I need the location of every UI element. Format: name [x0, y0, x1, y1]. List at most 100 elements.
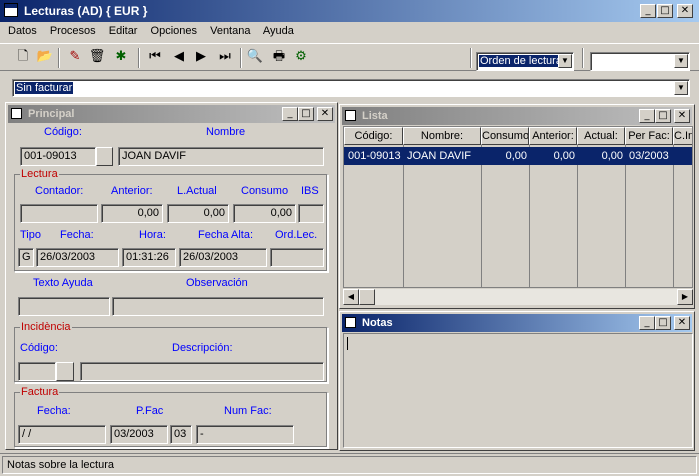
chevron-down-icon[interactable]: ▼: [558, 54, 572, 68]
pfac-field[interactable]: 03/2003: [110, 425, 168, 444]
notas-panel: Notas _ □ ✕: [339, 311, 695, 451]
toolbar: 🗋 📂 ✎ 🗑 ✱ ⏮ ◀ ▶ ⏭ 🔍 🖶 ⚙ Orden de lectura…: [0, 43, 699, 71]
minimize-icon[interactable]: _: [639, 316, 655, 330]
new-icon[interactable]: 🗋: [14, 48, 32, 66]
incidencia-lookup-button[interactable]: [56, 362, 74, 381]
close-icon[interactable]: ✕: [677, 4, 693, 18]
scroll-right-icon[interactable]: ▶: [677, 289, 693, 305]
close-icon[interactable]: ✕: [674, 316, 690, 330]
hora-field[interactable]: 01:31:26: [122, 248, 176, 267]
window-icon: [345, 317, 356, 328]
column-header[interactable]: Anterior:: [529, 127, 577, 145]
scroll-thumb[interactable]: [359, 289, 375, 305]
codigo-field[interactable]: 001-09013: [20, 147, 96, 166]
observacion-label: Observación: [186, 277, 248, 289]
edit-record-icon[interactable]: ✎: [66, 48, 84, 66]
fecha-field[interactable]: 26/03/2003: [36, 248, 119, 267]
incidencia-codigo-label: Código:: [20, 342, 58, 354]
ordlec-field[interactable]: [270, 248, 324, 267]
menu-bar: Datos Procesos Editar Opciones Ventana A…: [8, 25, 304, 41]
contador-label: Contador:: [35, 185, 84, 197]
close-icon[interactable]: ✕: [674, 109, 690, 123]
tipo-label: Tipo: [20, 229, 41, 241]
maximize-icon[interactable]: □: [298, 107, 314, 121]
tipo-field[interactable]: G: [18, 248, 34, 267]
column-header[interactable]: Actual:: [577, 127, 625, 145]
column-header[interactable]: Consumo: [481, 127, 529, 145]
menu-ventana[interactable]: Ventana: [210, 25, 250, 37]
anterior-field[interactable]: 0,00: [101, 204, 163, 223]
filter-value: Sin facturar: [15, 82, 74, 94]
chevron-down-icon[interactable]: ▼: [674, 81, 688, 95]
grid-header: Código: Nombre: Consumo Anterior: Actual…: [344, 127, 692, 145]
filter-select[interactable]: Sin facturar ▼: [12, 79, 690, 97]
column-header[interactable]: Código:: [344, 127, 403, 145]
close-icon[interactable]: ✕: [317, 107, 333, 121]
order-select-value: Orden de lectura: [479, 55, 563, 67]
first-record-icon[interactable]: ⏮: [146, 48, 164, 66]
pfac2-field[interactable]: 03: [170, 425, 192, 444]
chevron-down-icon[interactable]: ▼: [674, 54, 688, 68]
codigo-lookup-button[interactable]: [96, 147, 113, 166]
maximize-icon[interactable]: □: [655, 316, 671, 330]
validate-icon[interactable]: ✱: [112, 48, 130, 66]
incidencia-codigo-field[interactable]: [18, 362, 56, 381]
notas-textarea[interactable]: [343, 333, 693, 448]
open-icon[interactable]: 📂: [36, 48, 54, 66]
scroll-left-icon[interactable]: ◀: [343, 289, 359, 305]
principal-titlebar: Principal _ □ ✕: [8, 105, 335, 123]
app-icon: [4, 3, 18, 17]
menu-editar[interactable]: Editar: [109, 25, 138, 37]
ibs-field[interactable]: [298, 204, 324, 223]
fecha-label: Fecha:: [60, 229, 94, 241]
fecha-alta-field[interactable]: 26/03/2003: [179, 248, 267, 267]
status-text: Notas sobre la lectura: [7, 459, 114, 471]
lista-grid: Código: Nombre: Consumo Anterior: Actual…: [343, 126, 693, 288]
maximize-icon[interactable]: □: [657, 4, 673, 18]
last-record-icon[interactable]: ⏭: [216, 48, 234, 66]
menu-datos[interactable]: Datos: [8, 25, 37, 37]
column-header[interactable]: C.Inc: [673, 127, 692, 145]
title-bar: Lecturas (AD) { EUR } _ □ ✕: [0, 0, 699, 22]
print-icon[interactable]: 🖶: [270, 48, 288, 66]
consumo-field[interactable]: 0,00: [233, 204, 296, 223]
previous-record-icon[interactable]: ◀: [170, 48, 188, 66]
search-icon[interactable]: 🔍: [246, 48, 264, 66]
table-row[interactable]: 001-09013 JOAN DAVIF 0,00 0,00 0,00 03/2…: [344, 147, 692, 165]
descripcion-label: Descripción:: [172, 342, 233, 354]
principal-panel: Principal _ □ ✕ Código: Nombre 001-09013…: [5, 102, 338, 450]
minimize-icon[interactable]: _: [282, 107, 298, 121]
delete-icon[interactable]: 🗑: [88, 48, 106, 66]
nombre-field[interactable]: JOAN DAVIF: [118, 147, 324, 166]
next-record-icon[interactable]: ▶: [192, 48, 210, 66]
contador-field[interactable]: [20, 204, 98, 223]
observacion-field[interactable]: [112, 297, 324, 316]
notas-titlebar: Notas _ □ ✕: [342, 314, 692, 332]
numfac-field[interactable]: -: [196, 425, 294, 444]
descripcion-field[interactable]: [80, 362, 324, 381]
minimize-icon[interactable]: _: [639, 109, 655, 123]
menu-opciones[interactable]: Opciones: [151, 25, 197, 37]
text-cursor: [347, 337, 348, 350]
ibs-label: IBS: [301, 185, 319, 197]
lactual-label: L.Actual: [177, 185, 217, 197]
texto-ayuda-field[interactable]: [18, 297, 110, 316]
second-select[interactable]: ▼: [590, 52, 690, 71]
column-header[interactable]: Nombre:: [403, 127, 481, 145]
row-actual: 0,00: [601, 150, 623, 162]
menu-ayuda[interactable]: Ayuda: [263, 25, 294, 37]
numfac-label: Num Fac:: [224, 405, 272, 417]
fecha-alta-label: Fecha Alta:: [198, 229, 254, 241]
factura-fecha-field[interactable]: / /: [18, 425, 106, 444]
minimize-icon[interactable]: _: [640, 4, 656, 18]
pfac-label: P.Fac: [136, 405, 164, 417]
factura-group-title: Factura: [20, 386, 60, 398]
run-icon[interactable]: ⚙: [292, 48, 310, 66]
order-select[interactable]: Orden de lectura ▼: [476, 52, 574, 71]
lactual-field[interactable]: 0,00: [167, 204, 229, 223]
menu-procesos[interactable]: Procesos: [50, 25, 96, 37]
horizontal-scrollbar[interactable]: ◀ ▶: [343, 289, 693, 305]
column-header[interactable]: Per Fac:: [625, 127, 673, 145]
maximize-icon[interactable]: □: [655, 109, 671, 123]
row-codigo: 001-09013: [348, 150, 401, 162]
